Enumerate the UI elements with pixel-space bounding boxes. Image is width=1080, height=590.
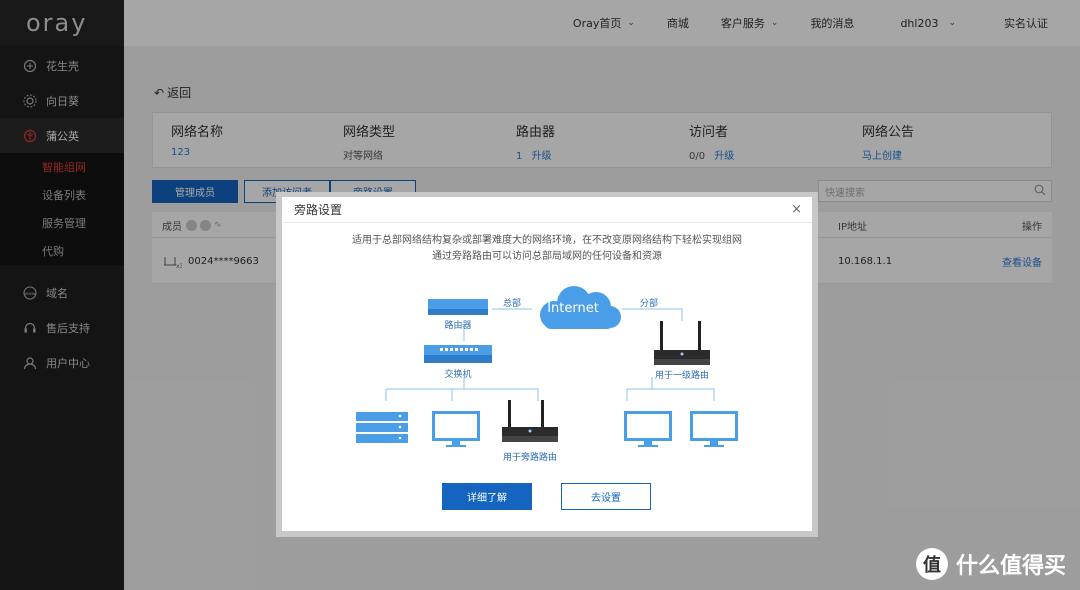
network-diagram: Internet 总部 分部 路由器 交换机 用于一级路由 用于旁路路由: [282, 279, 812, 464]
hq-label: 总部: [502, 299, 522, 309]
switch-label: 交换机: [444, 370, 472, 380]
monitor-icon: [432, 411, 480, 447]
level1-router-label: 用于一级路由: [654, 371, 710, 381]
hq-router-icon: [428, 299, 488, 315]
dialog-header: 旁路设置 ×: [282, 197, 812, 223]
bypass-router-icon: [502, 400, 558, 442]
dialog-title: 旁路设置: [294, 203, 343, 217]
level1-router-icon: [654, 321, 710, 365]
close-icon[interactable]: ×: [791, 202, 802, 217]
internet-label: Internet: [547, 301, 599, 316]
server-icon: [356, 412, 408, 443]
dialog-description: 适用于总部网络结构复杂或部署难度大的网络环境，在不改变原网络结构下轻松实现组网 …: [282, 233, 812, 265]
watermark-logo: 值: [915, 548, 948, 580]
bypass-settings-dialog: 旁路设置 × 适用于总部网络结构复杂或部署难度大的网络环境，在不改变原网络结构下…: [282, 197, 812, 531]
description-line: 适用于总部网络结构复杂或部署难度大的网络环境，在不改变原网络结构下轻松实现组网: [352, 235, 742, 246]
monitor-icon: [624, 411, 672, 447]
monitor-icon: [690, 411, 738, 447]
router-label: 路由器: [444, 321, 472, 331]
description-line: 通过旁路路由可以访问总部局域网的任何设备和资源: [432, 251, 662, 262]
branch-label: 分部: [639, 299, 659, 309]
switch-icon: [424, 345, 492, 363]
bypass-router-label: 用于旁路路由: [502, 453, 558, 463]
watermark-text: 什么值得买: [955, 554, 1066, 579]
learn-more-button[interactable]: 详细了解: [442, 483, 532, 510]
watermark: 值 什么值得买: [915, 548, 1066, 580]
go-setup-button[interactable]: 去设置: [561, 483, 651, 510]
